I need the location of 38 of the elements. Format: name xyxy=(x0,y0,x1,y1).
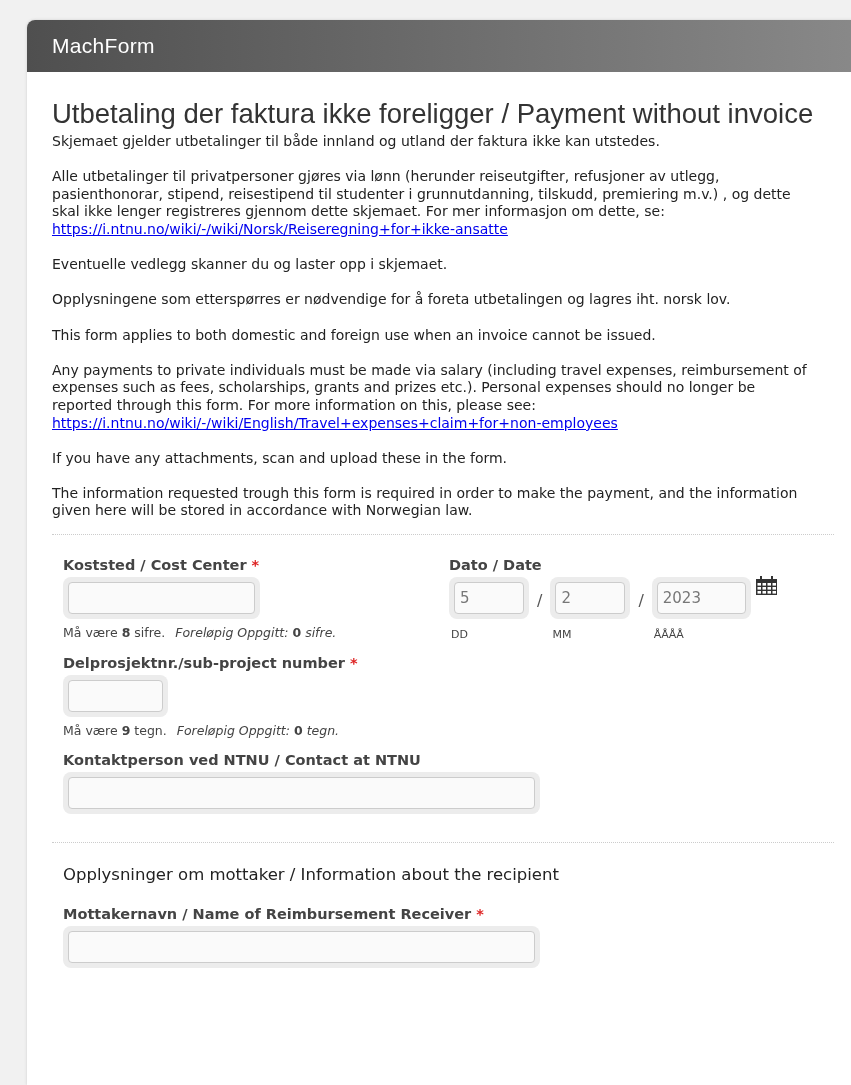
required-mark: * xyxy=(251,556,260,573)
date-separator: / xyxy=(637,589,645,610)
calendar-icon[interactable] xyxy=(755,575,777,595)
required-mark: * xyxy=(349,654,358,671)
description-text: The information requested trough this form is required in order to make the payment, and the information given here will be stored in accordance with Norwegian law. xyxy=(52,484,798,519)
input-field[interactable]: 2023 xyxy=(651,576,751,619)
description-text: Skjemaet gjelder utbetalinger til både innland og utland der faktura ikke kan utstedes. xyxy=(52,133,660,149)
description-text: Alle utbetalinger til privatpersoner gjøres via lønn (herunder reiseutgifter, refusjoner av utlegg, pasienthonorar, stipend, reisestipend til studenter i grunnutdanning, tilskudd, premiering m.v.) , og dette skal ikke lenger registreres gjennom dette skjemaet. For mer informasjon om dette, se: xyxy=(52,168,791,220)
info-link[interactable]: https://i.ntnu.no/wiki/-/wiki/Norsk/Reiseregning+for+ikke-ansatte xyxy=(52,220,508,237)
input-field[interactable] xyxy=(63,925,540,968)
field-label: Dato / Date xyxy=(449,556,542,573)
hint-text: Må være 8 sifre. xyxy=(63,624,166,640)
description-text: This form applies to both domestic and foreign use when an invoice cannot be issued. xyxy=(52,326,656,343)
input-field[interactable] xyxy=(63,674,168,717)
section-heading: Opplysninger om mottaker / Information about the recipient xyxy=(63,864,560,884)
date-part-label: DD xyxy=(450,627,469,641)
input-field[interactable]: 2 xyxy=(550,576,631,619)
description-text: Opplysningene som etterspørres er nødvendige for å foreta utbetalingen og lagres iht. norsk lov. xyxy=(52,291,731,308)
info-link[interactable]: https://i.ntnu.no/wiki/-/wiki/English/Travel+expenses+claim+for+non-employees xyxy=(52,414,618,431)
required-mark: * xyxy=(476,905,484,922)
input-field[interactable]: 5 xyxy=(449,576,529,619)
field-label: Koststed / Cost Center xyxy=(63,556,247,573)
logo-text: MachForm xyxy=(52,34,155,58)
field-label: Delprosjektnr./sub-project number xyxy=(63,654,345,671)
description-text: If you have any attachments, scan and upload these in the form. xyxy=(52,449,508,466)
description-text: Any payments to private individuals must be made via salary (including travel expenses, reimbursement of expenses such as fees, scholarships, grants and prizes etc.). Personal expenses should no longer be reported through this form. For more information on this, please see: xyxy=(52,361,807,413)
date-part-label: ÅÅÅÅ xyxy=(652,627,685,641)
field-label: Mottakernavn / Name of Reimbursement Receiver xyxy=(63,905,472,922)
input-field[interactable] xyxy=(63,576,260,619)
hint-text: Må være 9 tegn. xyxy=(63,722,167,738)
character-counter: Foreløpig Oppgitt: 0 tegn. xyxy=(176,722,340,738)
date-part-label: MM xyxy=(551,627,573,641)
input-field[interactable] xyxy=(63,771,540,814)
character-counter: Foreløpig Oppgitt: 0 sifre. xyxy=(175,624,337,640)
field-label: Kontaktperson ved NTNU / Contact at NTNU xyxy=(63,751,421,768)
form-title: Utbetaling der faktura ikke foreligger / Payment without invoice xyxy=(52,98,815,130)
description-text: Eventuelle vedlegg skanner du og laster opp i skjemaet. xyxy=(52,256,448,273)
date-separator: / xyxy=(536,589,544,610)
